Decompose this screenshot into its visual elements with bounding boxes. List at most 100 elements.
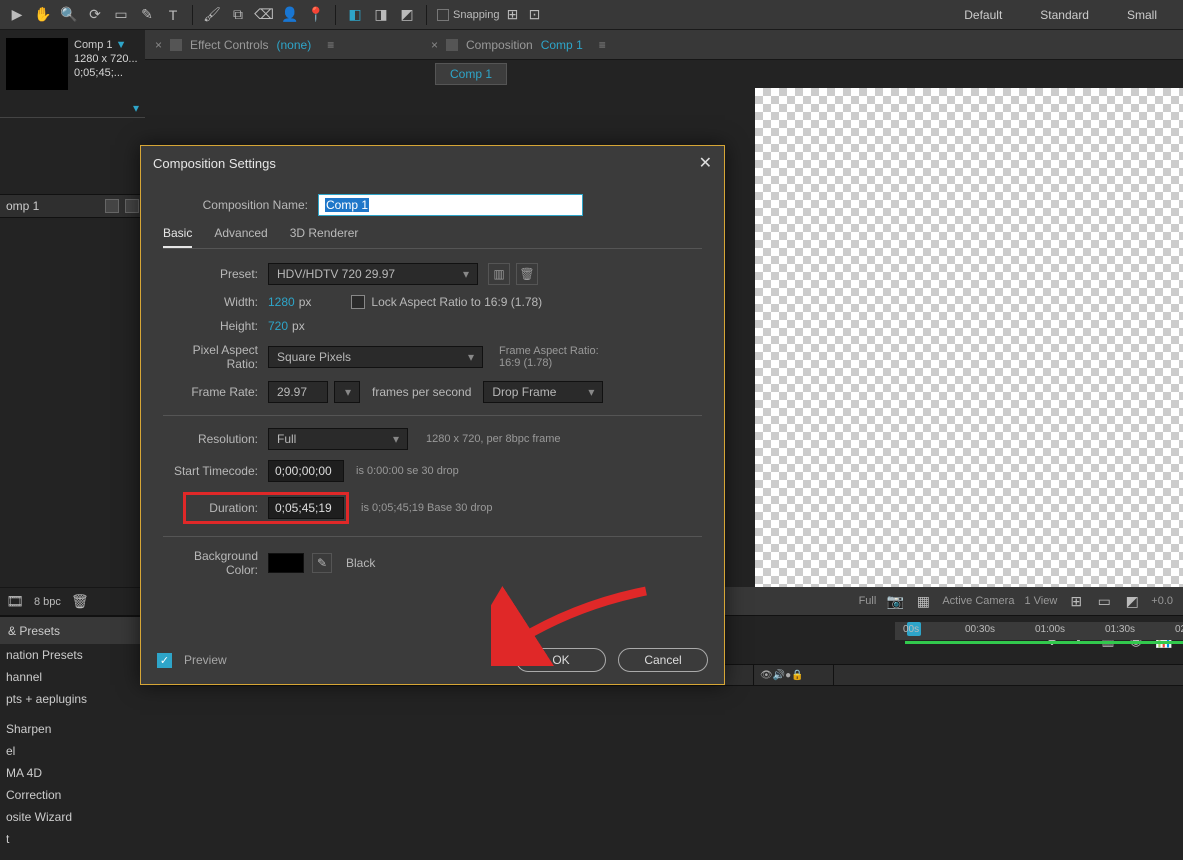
chevron-down-icon: ▾ <box>393 432 399 446</box>
snapping-opt2-icon[interactable]: ⊡ <box>526 6 544 24</box>
effects-item[interactable]: el <box>0 740 160 762</box>
work-area-bar[interactable] <box>905 641 1183 644</box>
time-ruler[interactable]: 00s 00:30s 01:00s 01:30s 02:00s <box>895 622 1183 664</box>
local-axis-icon[interactable]: ◧ <box>346 6 364 24</box>
effects-item[interactable]: osite Wizard <box>0 806 160 828</box>
framerate-input[interactable]: 29.97 <box>268 381 328 403</box>
close-panel-icon[interactable]: × <box>155 38 162 52</box>
ruler-mark: 00:30s <box>965 624 995 635</box>
close-panel-icon[interactable]: × <box>431 38 438 52</box>
duration-input[interactable]: 0;05;45;19 <box>268 497 344 519</box>
effects-item[interactable]: nation Presets <box>0 644 160 666</box>
save-preset-icon[interactable]: ▥ <box>488 263 510 285</box>
zoom-tool-icon[interactable]: 🔍 <box>60 6 78 24</box>
comp-name-value: Comp 1 <box>325 198 369 212</box>
resolution-dropdown[interactable]: Full <box>859 595 877 607</box>
exposure-value[interactable]: +0.0 <box>1151 595 1173 607</box>
preview-checkbox[interactable]: ✓ <box>157 653 172 668</box>
workspace-default[interactable]: Default <box>946 2 1020 28</box>
pin-tool-icon[interactable]: 📍 <box>307 6 325 24</box>
view-opt2-icon[interactable]: ▭ <box>1095 592 1113 610</box>
tab-3d-renderer[interactable]: 3D Renderer <box>290 226 359 248</box>
type-icon[interactable] <box>125 199 139 213</box>
comp-tab[interactable]: Comp 1 <box>435 63 507 85</box>
composition-target: Comp 1 <box>541 38 583 52</box>
col-av[interactable]: 👁🔊●🔒 <box>754 665 834 685</box>
start-timecode-label: Start Timecode: <box>163 464 268 478</box>
delete-preset-icon[interactable]: 🗑 <box>516 263 538 285</box>
framerate-chevron[interactable]: ▾ <box>334 381 360 403</box>
par-value: Square Pixels <box>277 350 351 364</box>
view-opt-icon[interactable]: ⊞ <box>1067 592 1085 610</box>
comp-thumbnail[interactable] <box>6 38 68 90</box>
workspace-small[interactable]: Small <box>1109 2 1175 28</box>
transparency-grid <box>755 88 1183 615</box>
project-search[interactable]: ▾ <box>0 98 145 118</box>
panel-menu-icon[interactable]: ≡ <box>327 38 334 52</box>
preset-dropdown[interactable]: HDV/HDTV 720 29.97 ▾ <box>268 263 478 285</box>
label-color-icon[interactable] <box>105 199 119 213</box>
type-tool-icon[interactable]: T <box>164 6 182 24</box>
separator <box>192 5 193 25</box>
effects-item[interactable]: Sharpen <box>0 718 160 740</box>
tab-advanced[interactable]: Advanced <box>214 226 267 248</box>
trash-icon[interactable]: 🗑 <box>71 593 89 611</box>
project-item-comp1[interactable]: omp 1 <box>0 194 145 218</box>
dropframe-dropdown[interactable]: Drop Frame ▾ <box>483 381 603 403</box>
dialog-titlebar[interactable]: Composition Settings ✕ <box>141 146 724 180</box>
effects-item[interactable]: hannel <box>0 666 160 688</box>
bgcolor-swatch[interactable] <box>268 553 304 573</box>
framerate-label: Frame Rate: <box>163 385 268 399</box>
camera-dropdown[interactable]: Active Camera <box>942 595 1014 607</box>
width-label: Width: <box>163 295 268 309</box>
comp-name-input[interactable]: Comp 1 <box>318 194 583 216</box>
interpret-icon[interactable]: 🎞 <box>6 593 24 611</box>
workspace-standard[interactable]: Standard <box>1022 2 1107 28</box>
clone-tool-icon[interactable]: ⧉ <box>229 6 247 24</box>
ruler-mark: 01:30s <box>1105 624 1135 635</box>
composition-settings-dialog: Composition Settings ✕ Composition Name:… <box>140 145 725 685</box>
effects-browser: & Presets ≡ nation Presets hannel pts + … <box>0 616 160 860</box>
effects-item[interactable]: t <box>0 828 160 850</box>
hand-tool-icon[interactable]: ✋ <box>34 6 52 24</box>
panel-menu-icon[interactable]: ≡ <box>599 38 606 52</box>
eraser-tool-icon[interactable]: ⌫ <box>255 6 273 24</box>
comp-dropdown-icon[interactable]: ▼ <box>116 39 127 51</box>
rect-tool-icon[interactable]: ▭ <box>112 6 130 24</box>
par-dropdown[interactable]: Square Pixels ▾ <box>268 346 483 368</box>
brush-tool-icon[interactable]: 🖌 <box>203 6 221 24</box>
resolution-note: 1280 x 720, per 8bpc frame <box>426 433 561 445</box>
camera-icon[interactable]: 📷 <box>886 592 904 610</box>
duration-label: Duration: <box>188 501 268 515</box>
start-timecode-input[interactable]: 0;00;00;00 <box>268 460 344 482</box>
tab-basic[interactable]: Basic <box>163 226 192 248</box>
view-axis-icon[interactable]: ◩ <box>398 6 416 24</box>
selection-tool-icon[interactable]: ▶ <box>8 6 26 24</box>
pen-tool-icon[interactable]: ✎ <box>138 6 156 24</box>
orbit-tool-icon[interactable]: ⟳ <box>86 6 104 24</box>
dropframe-value: Drop Frame <box>492 385 556 399</box>
cancel-button[interactable]: Cancel <box>618 648 708 672</box>
bpc-label[interactable]: 8 bpc <box>34 596 61 608</box>
dialog-footer: ✓ Preview OK Cancel <box>141 636 724 684</box>
ok-button[interactable]: OK <box>516 648 606 672</box>
view-dropdown[interactable]: 1 View <box>1024 595 1057 607</box>
effects-item[interactable]: MA 4D <box>0 762 160 784</box>
effects-item[interactable]: Correction <box>0 784 160 806</box>
view-opt3-icon[interactable]: ◩ <box>1123 592 1141 610</box>
snapping-toggle[interactable]: Snapping ⊞ ⊡ <box>437 6 544 24</box>
eyedropper-icon[interactable]: ✎ <box>312 553 332 573</box>
lock-aspect-checkbox[interactable] <box>351 295 365 309</box>
effects-item[interactable] <box>0 710 160 718</box>
transparency-icon[interactable]: ▦ <box>914 592 932 610</box>
lock-icon[interactable] <box>446 39 458 51</box>
resolution-dropdown[interactable]: Full ▾ <box>268 428 408 450</box>
roto-tool-icon[interactable]: 👤 <box>281 6 299 24</box>
close-icon[interactable]: ✕ <box>699 153 712 173</box>
height-input[interactable]: 720 <box>268 319 288 333</box>
snapping-opt1-icon[interactable]: ⊞ <box>504 6 522 24</box>
lock-icon[interactable] <box>170 39 182 51</box>
world-axis-icon[interactable]: ◨ <box>372 6 390 24</box>
width-input[interactable]: 1280 <box>268 295 295 309</box>
effects-item[interactable]: pts + aeplugins <box>0 688 160 710</box>
